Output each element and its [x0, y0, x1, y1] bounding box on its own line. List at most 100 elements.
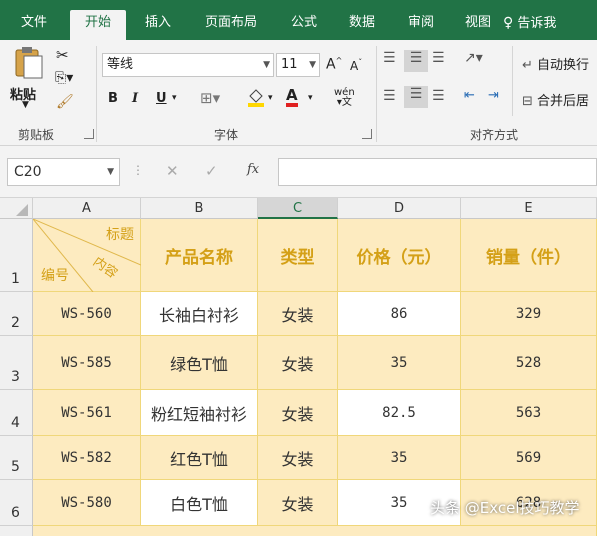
- ribbon-tab-bar: 文件 开始 插入 页面布局 公式 数据 审阅 视图 ♀ 告诉我: [0, 0, 597, 40]
- table-cell[interactable]: 女装: [258, 390, 338, 436]
- table-cell[interactable]: 528: [461, 336, 597, 390]
- table-cell[interactable]: 35: [338, 436, 461, 480]
- table-cell[interactable]: 329: [461, 292, 597, 336]
- increase-font-button[interactable]: A^: [326, 56, 342, 73]
- font-name-select[interactable]: 等线 ▼: [102, 53, 274, 77]
- clipboard-icon: [15, 47, 43, 79]
- table-cell[interactable]: 白色T恤: [141, 480, 258, 526]
- name-box[interactable]: C20 ▼: [7, 158, 120, 186]
- tab-review[interactable]: 审阅: [395, 10, 447, 40]
- align-right-icon[interactable]: ☰: [432, 88, 445, 104]
- header-price[interactable]: 价格（元）: [338, 219, 461, 292]
- merge-center-button[interactable]: ⊟ 合并后居: [522, 90, 589, 109]
- column-header-d[interactable]: D: [338, 198, 461, 219]
- column-header-e[interactable]: E: [461, 198, 597, 219]
- tab-insert[interactable]: 插入: [132, 10, 184, 40]
- tab-file[interactable]: 文件: [8, 10, 60, 40]
- table-cell[interactable]: 35: [338, 336, 461, 390]
- underline-button[interactable]: U: [156, 91, 167, 106]
- align-left-icon[interactable]: ☰: [383, 88, 396, 104]
- tab-home[interactable]: 开始: [70, 10, 126, 40]
- insert-function-icon[interactable]: fx: [247, 162, 259, 177]
- increase-indent-icon[interactable]: ⇥: [488, 88, 499, 103]
- table-cell[interactable]: 569: [461, 436, 597, 480]
- row-header-5[interactable]: 5: [0, 436, 33, 480]
- table-cell[interactable]: 长袖白衬衫: [141, 292, 258, 336]
- table-cell[interactable]: WS-580: [33, 480, 141, 526]
- align-bottom-icon[interactable]: ☰: [432, 50, 445, 66]
- enter-check-icon[interactable]: ✓: [205, 162, 218, 180]
- table-cell[interactable]: WS-561: [33, 390, 141, 436]
- select-all-corner[interactable]: [0, 198, 33, 219]
- paste-button[interactable]: [6, 44, 50, 88]
- table-cell[interactable]: [33, 526, 597, 536]
- cancel-icon[interactable]: ✕: [166, 162, 179, 180]
- cut-icon[interactable]: ✂: [56, 46, 69, 64]
- lightbulb-icon: ♀: [503, 15, 514, 31]
- align-center-icon[interactable]: ☰: [404, 86, 428, 108]
- table-cell[interactable]: 86: [338, 292, 461, 336]
- tell-me-search[interactable]: ♀ 告诉我: [503, 10, 556, 36]
- row-header-6[interactable]: 6: [0, 480, 33, 526]
- table-cell[interactable]: 粉红短袖衬衫: [141, 390, 258, 436]
- italic-button[interactable]: I: [132, 91, 138, 106]
- diagonal-header-cell[interactable]: 标题 内容 编号: [33, 219, 141, 292]
- chevron-down-icon: ▼: [263, 60, 270, 70]
- header-product-name[interactable]: 产品名称: [141, 219, 258, 292]
- bold-button[interactable]: B: [108, 91, 118, 106]
- header-sales[interactable]: 销量（件）: [461, 219, 597, 292]
- column-header-b[interactable]: B: [141, 198, 258, 219]
- tab-data[interactable]: 数据: [336, 10, 388, 40]
- paste-dropdown-arrow[interactable]: ▼: [22, 100, 29, 110]
- font-color-button[interactable]: A: [286, 87, 298, 107]
- table-cell[interactable]: 绿色T恤: [141, 336, 258, 390]
- font-size-select[interactable]: 11 ▼: [276, 53, 320, 77]
- row-header-2[interactable]: 2: [0, 292, 33, 336]
- fill-dropdown-arrow[interactable]: ▾: [268, 93, 273, 103]
- table-cell[interactable]: 女装: [258, 292, 338, 336]
- phonetic-button[interactable]: wén ▾文: [334, 88, 355, 108]
- align-top-icon[interactable]: ☰: [383, 50, 396, 66]
- align-middle-icon[interactable]: ☰: [404, 50, 428, 72]
- underline-dropdown-arrow[interactable]: ▾: [172, 93, 177, 103]
- font-color-dropdown-arrow[interactable]: ▾: [308, 93, 313, 103]
- table-cell[interactable]: 82.5: [338, 390, 461, 436]
- tab-view[interactable]: 视图: [452, 10, 504, 40]
- fill-color-button[interactable]: [246, 87, 266, 111]
- chevron-down-icon: ▼: [309, 60, 316, 70]
- table-cell[interactable]: 女装: [258, 480, 338, 526]
- more-options-icon: ⋮: [132, 163, 144, 177]
- row-header-4[interactable]: 4: [0, 390, 33, 436]
- copy-icon[interactable]: ⎘▾: [55, 70, 73, 86]
- table-cell[interactable]: 女装: [258, 436, 338, 480]
- table-cell[interactable]: 563: [461, 390, 597, 436]
- table-cell[interactable]: 红色T恤: [141, 436, 258, 480]
- clipboard-launcher-icon[interactable]: [84, 129, 94, 139]
- row-header-1[interactable]: 1: [0, 219, 33, 292]
- decrease-indent-icon[interactable]: ⇤: [464, 88, 475, 103]
- table-cell[interactable]: WS-585: [33, 336, 141, 390]
- borders-icon[interactable]: ⊞▾: [200, 89, 220, 107]
- diag-label-title: 标题: [106, 227, 134, 243]
- column-header-a[interactable]: A: [33, 198, 141, 219]
- column-header-c[interactable]: C: [258, 198, 338, 219]
- chevron-down-icon[interactable]: ▼: [107, 159, 114, 185]
- decrease-font-button[interactable]: Aˇ: [350, 58, 362, 73]
- header-type[interactable]: 类型: [258, 219, 338, 292]
- formula-input[interactable]: [278, 158, 597, 186]
- orientation-icon[interactable]: ↗▾: [464, 50, 483, 66]
- font-launcher-icon[interactable]: [362, 129, 372, 139]
- row-header-3[interactable]: 3: [0, 336, 33, 390]
- font-group-label: 字体: [214, 128, 239, 142]
- table-cell[interactable]: WS-582: [33, 436, 141, 480]
- phonetic-label: wén: [334, 87, 355, 98]
- wrap-text-label: 自动换行: [537, 58, 590, 73]
- format-painter-icon[interactable]: 🖌: [56, 94, 74, 110]
- table-cell[interactable]: 女装: [258, 336, 338, 390]
- tab-page-layout[interactable]: 页面布局: [195, 10, 267, 40]
- font-size-value: 11: [281, 57, 298, 72]
- table-cell[interactable]: WS-560: [33, 292, 141, 336]
- row-header-7[interactable]: [0, 526, 33, 536]
- tab-formulas[interactable]: 公式: [278, 10, 330, 40]
- wrap-text-button[interactable]: ↵ 自动换行: [522, 54, 589, 73]
